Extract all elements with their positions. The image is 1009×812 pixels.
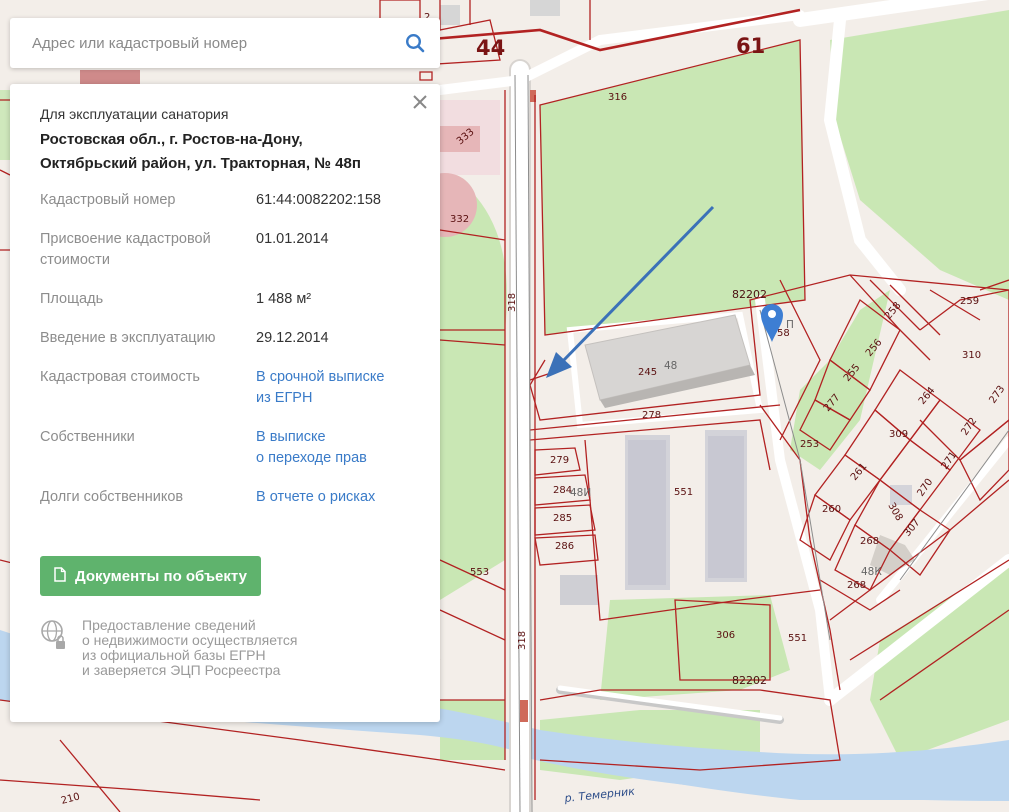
field-value: В выписке о переходе прав bbox=[256, 427, 367, 469]
field-cadastral-value: Кадастровая стоимость В срочной выписке … bbox=[40, 367, 410, 409]
field-owners: Собственники В выписке о переходе прав bbox=[40, 427, 410, 469]
disclaimer-line: и заверяется ЭЦП Росреестра bbox=[82, 662, 281, 678]
field-value: В отчете о рисках bbox=[256, 487, 375, 508]
rosreestr-globe-lock-icon bbox=[40, 618, 68, 678]
field-label: Площадь bbox=[40, 291, 104, 307]
building-label-p: П bbox=[786, 319, 794, 331]
field-cadastral-number: Кадастровый номер 61:44:0082202:158 bbox=[40, 190, 410, 211]
plot-label-318b: 318 bbox=[517, 631, 528, 650]
plot-label-268b: 268 bbox=[847, 580, 866, 591]
plot-label-44: 44 bbox=[476, 36, 505, 60]
plot-label-245: 245 bbox=[638, 367, 657, 378]
field-value: 61:44:0082202:158 bbox=[256, 192, 381, 208]
field-label: Введение в эксплуатацию bbox=[40, 330, 216, 346]
plot-label-306: 306 bbox=[716, 630, 735, 641]
object-documents-label: Документы по объекту bbox=[75, 567, 247, 585]
disclaimer-line: о недвижимости осуществляется bbox=[82, 632, 298, 648]
field-valuation-date: Присвоение кадастровой стоимости 01.01.2… bbox=[40, 229, 410, 271]
field-label: Кадастровая стоимость bbox=[40, 369, 200, 385]
search-input[interactable] bbox=[30, 33, 404, 53]
disclaimer-line: из официальной базы ЕГРН bbox=[82, 647, 266, 663]
plot-label-332: 332 bbox=[450, 214, 469, 225]
plot-label-318a: 318 bbox=[507, 293, 518, 312]
plot-label-553: 553 bbox=[470, 567, 489, 578]
plot-label-309: 309 bbox=[889, 429, 908, 440]
field-value: 29.12.2014 bbox=[256, 330, 329, 346]
plot-label-551a: 551 bbox=[674, 487, 693, 498]
plot-label-310: 310 bbox=[962, 350, 981, 361]
risk-report-link[interactable]: В отчете о рисках bbox=[256, 487, 375, 508]
permitted-use: Для эксплуатации санатория bbox=[40, 106, 229, 122]
address-line-1: Ростовская обл., г. Ростов-на-Дону, bbox=[40, 131, 303, 148]
plot-label-82202a: 82202 bbox=[732, 288, 767, 301]
field-value: 1 488 м² bbox=[256, 291, 312, 307]
disclaimer-text: Предоставление сведений о недвижимости о… bbox=[82, 618, 342, 678]
plot-label-286: 286 bbox=[555, 541, 574, 552]
plot-label-259: 259 bbox=[960, 296, 979, 307]
plot-label-279: 279 bbox=[550, 455, 569, 466]
field-label: Собственники bbox=[40, 429, 135, 445]
object-address: Ростовская обл., г. Ростов-на-Дону, Октя… bbox=[40, 128, 410, 176]
object-documents-button[interactable]: Документы по объекту bbox=[40, 556, 261, 596]
urgent-extract-link[interactable]: В срочной выписке из ЕГРН bbox=[256, 367, 384, 409]
object-info-panel: Для эксплуатации санатория Ростовская об… bbox=[10, 84, 440, 722]
plot-label-551b: 551 bbox=[788, 633, 807, 644]
search-icon[interactable] bbox=[404, 32, 426, 54]
field-label-line: Присвоение кадастровой bbox=[40, 231, 211, 247]
plot-label-61: 61 bbox=[736, 34, 765, 58]
plot-label-253: 253 bbox=[800, 439, 819, 450]
field-area: Площадь 1 488 м² bbox=[40, 289, 410, 310]
close-icon[interactable] bbox=[410, 92, 430, 112]
plot-label-82202b: 82202 bbox=[732, 674, 767, 687]
plot-label-316: 316 bbox=[608, 92, 627, 103]
egrn-disclaimer: Предоставление сведений о недвижимости о… bbox=[40, 618, 410, 678]
building-label-48: 48 bbox=[664, 360, 677, 372]
plot-label-268a: 268 bbox=[860, 536, 879, 547]
field-value: В срочной выписке из ЕГРН bbox=[256, 367, 384, 409]
disclaimer-line: Предоставление сведений bbox=[82, 617, 256, 633]
plot-label-278: 278 bbox=[642, 410, 661, 421]
transfer-extract-link[interactable]: В выписке о переходе прав bbox=[256, 427, 367, 469]
field-label: Долги собственников bbox=[40, 489, 184, 505]
field-commissioning: Введение в эксплуатацию 29.12.2014 bbox=[40, 328, 410, 349]
building-label-48k: 48К bbox=[861, 566, 882, 578]
plot-label-260: 260 bbox=[822, 504, 841, 515]
search-bar bbox=[10, 18, 440, 68]
document-icon bbox=[54, 566, 66, 586]
field-value: 01.01.2014 bbox=[256, 231, 329, 247]
field-label: Присвоение кадастровой стоимости bbox=[40, 229, 256, 271]
address-line-2: Октябрьский район, ул. Тракторная, № 48п bbox=[40, 155, 361, 172]
field-label: Кадастровый номер bbox=[40, 192, 176, 208]
field-label-line: стоимости bbox=[40, 252, 110, 268]
building-label-48i: 48И bbox=[570, 487, 591, 499]
plot-label-285: 285 bbox=[553, 513, 572, 524]
field-owner-debts: Долги собственников В отчете о рисках bbox=[40, 487, 410, 508]
